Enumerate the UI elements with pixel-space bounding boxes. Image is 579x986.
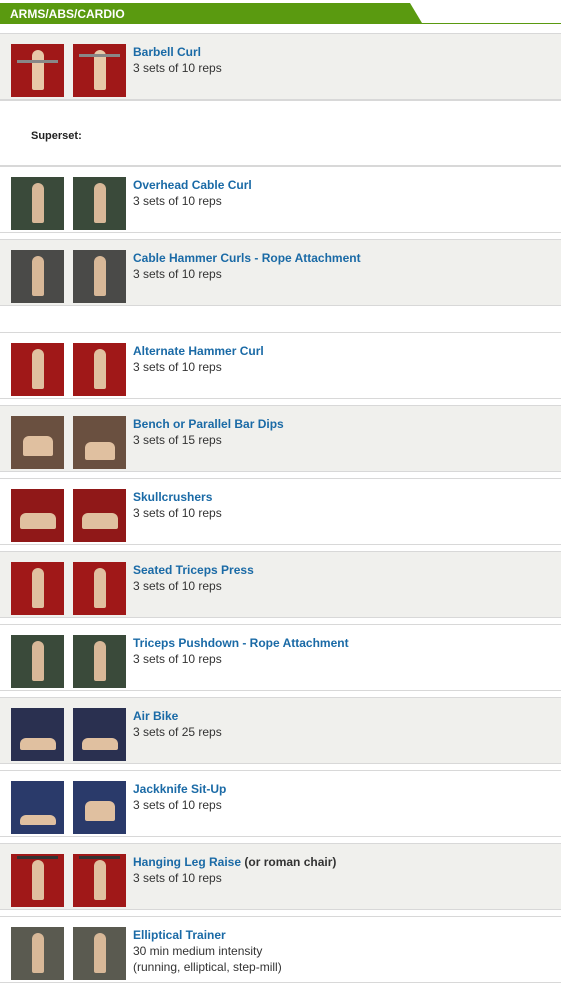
- exercise-link[interactable]: Triceps Pushdown - Rope Attachment: [133, 635, 349, 651]
- exercise-thumbnail-end[interactable]: [73, 708, 126, 761]
- exercise-link[interactable]: Skullcrushers: [133, 489, 222, 505]
- exercise-link[interactable]: Jackknife Sit-Up: [133, 781, 226, 797]
- exercise-detail: 3 sets of 10 reps: [133, 194, 222, 208]
- exercise-row: Bench or Parallel Bar Dips 3 sets of 15 …: [0, 405, 561, 472]
- exercise-note: (or roman chair): [241, 855, 337, 869]
- exercise-detail: 3 sets of 10 reps: [133, 61, 222, 75]
- exercise-link[interactable]: Seated Triceps Press: [133, 562, 254, 578]
- exercise-thumbnail-start[interactable]: [11, 635, 64, 688]
- exercise-thumbnail-end[interactable]: [73, 250, 126, 303]
- exercise-thumbnail-end[interactable]: [73, 781, 126, 834]
- exercise-thumbnail-start[interactable]: [11, 562, 64, 615]
- exercise-link[interactable]: Cable Hammer Curls - Rope Attachment: [133, 250, 361, 266]
- exercise-link[interactable]: Overhead Cable Curl: [133, 177, 252, 193]
- exercise-detail: 3 sets of 10 reps: [133, 871, 222, 885]
- exercise-thumbnail-end[interactable]: [73, 44, 126, 97]
- exercise-extra: (running, elliptical, step-mill): [133, 960, 282, 974]
- superset-row: Superset:: [0, 100, 561, 166]
- exercise-thumbnail-end[interactable]: [73, 635, 126, 688]
- section-title: ARMS/ABS/CARDIO: [10, 7, 125, 21]
- exercise-detail: 3 sets of 10 reps: [133, 506, 222, 520]
- exercise-thumbnail-start[interactable]: [11, 416, 64, 469]
- exercise-link[interactable]: Alternate Hammer Curl: [133, 343, 264, 359]
- exercise-link[interactable]: Barbell Curl: [133, 44, 222, 60]
- exercise-row: Air Bike 3 sets of 25 reps: [0, 697, 561, 764]
- exercise-row: Barbell Curl 3 sets of 10 reps: [0, 33, 561, 100]
- exercise-thumbnail-end[interactable]: [73, 854, 126, 907]
- exercise-link[interactable]: Hanging Leg Raise: [133, 855, 241, 869]
- exercise-thumbnail-end[interactable]: [73, 416, 126, 469]
- superset-label: Superset:: [31, 130, 82, 142]
- exercise-row: Overhead Cable Curl 3 sets of 10 reps: [0, 166, 561, 233]
- exercise-row: Elliptical Trainer 30 min medium intensi…: [0, 916, 561, 983]
- exercise-link[interactable]: Elliptical Trainer: [133, 927, 282, 943]
- exercise-thumbnail-start[interactable]: [11, 854, 64, 907]
- exercise-detail: 3 sets of 10 reps: [133, 798, 222, 812]
- exercise-detail: 3 sets of 15 reps: [133, 433, 222, 447]
- exercise-row: Skullcrushers 3 sets of 10 reps: [0, 478, 561, 545]
- exercise-detail: 3 sets of 10 reps: [133, 579, 222, 593]
- exercise-thumbnail-end[interactable]: [73, 927, 126, 980]
- exercise-row: Alternate Hammer Curl 3 sets of 10 reps: [0, 332, 561, 399]
- exercise-detail: 3 sets of 10 reps: [133, 267, 222, 281]
- exercise-detail: 3 sets of 10 reps: [133, 652, 222, 666]
- exercise-row: Cable Hammer Curls - Rope Attachment 3 s…: [0, 239, 561, 306]
- exercise-thumbnail-start[interactable]: [11, 708, 64, 761]
- exercise-thumbnail-start[interactable]: [11, 44, 64, 97]
- exercise-row: Jackknife Sit-Up 3 sets of 10 reps: [0, 770, 561, 837]
- section-header: ARMS/ABS/CARDIO: [0, 3, 422, 23]
- header-divider: [0, 23, 561, 24]
- exercise-thumbnail-start[interactable]: [11, 343, 64, 396]
- exercise-row: Hanging Leg Raise (or roman chair) 3 set…: [0, 843, 561, 910]
- exercise-thumbnail-start[interactable]: [11, 250, 64, 303]
- exercise-row: Seated Triceps Press 3 sets of 10 reps: [0, 551, 561, 618]
- exercise-thumbnail-end[interactable]: [73, 343, 126, 396]
- exercise-thumbnail-end[interactable]: [73, 177, 126, 230]
- exercise-thumbnail-end[interactable]: [73, 562, 126, 615]
- exercise-detail: 3 sets of 10 reps: [133, 360, 222, 374]
- exercise-row: Triceps Pushdown - Rope Attachment 3 set…: [0, 624, 561, 691]
- exercise-thumbnail-start[interactable]: [11, 177, 64, 230]
- exercise-thumbnail-start[interactable]: [11, 927, 64, 980]
- exercise-link[interactable]: Bench or Parallel Bar Dips: [133, 416, 284, 432]
- exercise-thumbnail-start[interactable]: [11, 781, 64, 834]
- exercise-thumbnail-end[interactable]: [73, 489, 126, 542]
- exercise-detail: 3 sets of 25 reps: [133, 725, 222, 739]
- exercise-thumbnail-start[interactable]: [11, 489, 64, 542]
- exercise-detail: 30 min medium intensity: [133, 944, 263, 958]
- exercise-link[interactable]: Air Bike: [133, 708, 222, 724]
